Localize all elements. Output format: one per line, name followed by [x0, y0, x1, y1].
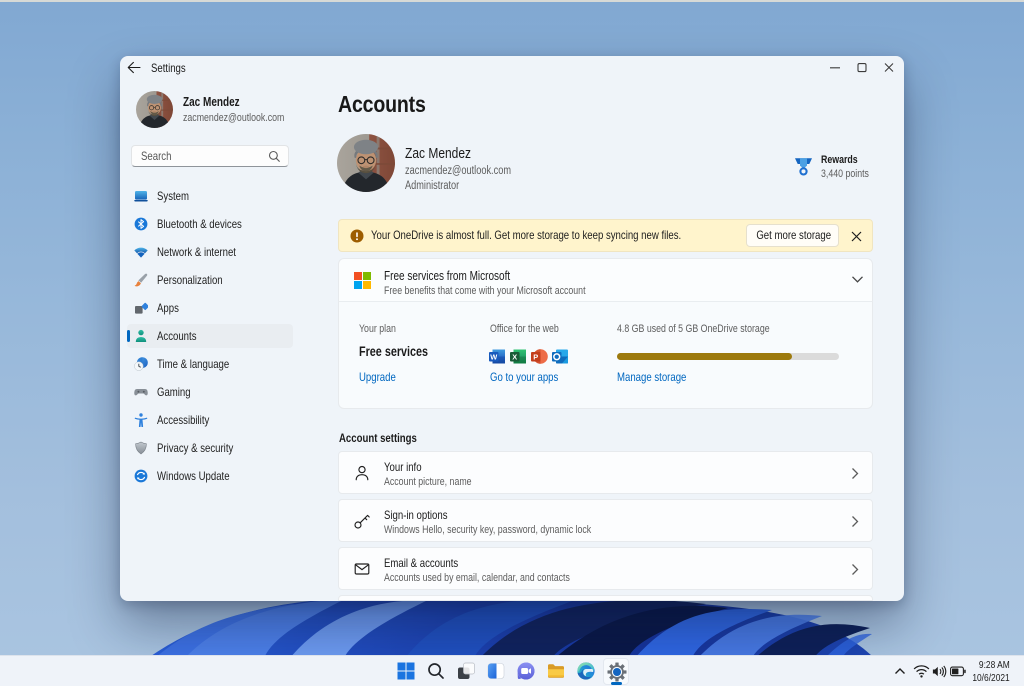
svg-text:W: W [490, 352, 497, 361]
svg-text:P: P [533, 352, 538, 361]
svg-text:X: X [512, 352, 517, 361]
